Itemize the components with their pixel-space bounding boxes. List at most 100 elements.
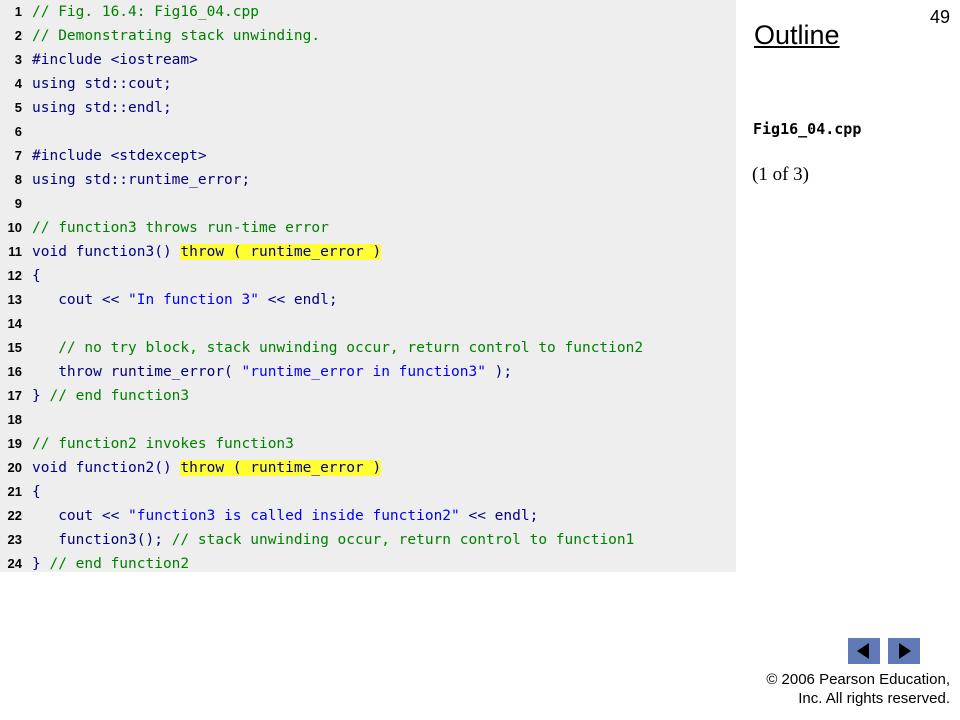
code-statement: function3(); <box>32 532 172 548</box>
code-listing: 1 // Fig. 16.4: Fig16_04.cpp 2 // Demonstra… <box>0 0 736 572</box>
code-line: 3 #include <iostream> <box>0 48 736 72</box>
code-text: function3(); // stack unwinding occur, r… <box>32 528 634 552</box>
line-number: 6 <box>14 124 22 139</box>
code-text: void function2() throw ( runtime_error ) <box>32 456 382 480</box>
code-highlight: throw ( runtime_error ) <box>180 244 382 260</box>
line-number: 8 <box>14 172 22 187</box>
code-line: 14 <box>0 312 736 336</box>
line-number: 13 <box>7 292 22 307</box>
file-name-label: Fig16_04.cpp <box>753 120 862 138</box>
line-number: 3 <box>14 52 22 67</box>
code-line: 2 // Demonstrating stack unwinding. <box>0 24 736 48</box>
code-text: // Demonstrating stack unwinding. <box>32 24 320 48</box>
code-statement: #include <stdexcept> <box>32 148 207 164</box>
code-string: "runtime_error in function3" <box>241 364 486 380</box>
copyright-line-1: © 2006 Pearson Education, <box>766 671 950 688</box>
code-line: 10 // function3 throws run-time error <box>0 216 736 240</box>
code-text: { <box>32 480 41 504</box>
line-number: 2 <box>14 28 22 43</box>
code-text: // no try block, stack unwinding occur, … <box>32 336 643 360</box>
code-statement: << endl; <box>258 292 338 308</box>
code-statement: ); <box>485 364 513 380</box>
code-statement: } <box>32 556 50 572</box>
code-text: void function3() throw ( runtime_error ) <box>32 240 382 264</box>
code-comment: // end function2 <box>49 556 190 572</box>
code-statement: using std::cout; <box>32 76 172 92</box>
code-statement: << endl; <box>459 508 539 524</box>
code-line: 11 void function3() throw ( runtime_error… <box>0 240 736 264</box>
line-number: 14 <box>7 316 22 331</box>
code-line: 19 // function2 invokes function3 <box>0 432 736 456</box>
code-line: 23 function3(); // stack unwinding occur… <box>0 528 736 552</box>
line-number: 22 <box>7 508 22 523</box>
next-slide-button[interactable] <box>888 638 920 664</box>
line-number: 1 <box>14 4 22 19</box>
code-statement: cout << <box>32 508 129 524</box>
code-string: "function3 is called inside function2" <box>128 508 460 524</box>
code-comment: // Demonstrating stack unwinding. <box>32 28 321 44</box>
line-number: 9 <box>14 196 22 211</box>
line-number: 7 <box>14 148 22 163</box>
line-number: 20 <box>7 460 22 475</box>
code-statement: #include <iostream> <box>32 52 198 68</box>
line-number: 15 <box>7 340 22 355</box>
line-number: 17 <box>7 388 22 403</box>
code-text: #include <stdexcept> <box>32 144 207 168</box>
code-comment: // function2 invokes function3 <box>32 436 294 452</box>
outline-title[interactable]: Outline <box>754 20 840 51</box>
code-line: 8 using std::runtime_error; <box>0 168 736 192</box>
code-line: 18 <box>0 408 736 432</box>
page-number: 49 <box>929 7 950 27</box>
code-text: // Fig. 16.4: Fig16_04.cpp <box>32 0 259 24</box>
line-number: 23 <box>7 532 22 547</box>
triangle-right-icon <box>899 643 911 659</box>
code-line: 22 cout << "function3 is called inside f… <box>0 504 736 528</box>
code-comment: // stack unwinding occur, return control… <box>171 532 635 548</box>
code-statement: void function2() <box>32 460 181 476</box>
line-number: 10 <box>7 220 22 235</box>
code-line: 21 { <box>0 480 736 504</box>
code-line: 24} // end function2 <box>0 552 736 576</box>
line-number: 11 <box>8 244 22 259</box>
line-number: 4 <box>14 76 22 91</box>
previous-slide-button[interactable] <box>848 638 880 664</box>
line-number: 12 <box>7 268 22 283</box>
code-line: 7 #include <stdexcept> <box>0 144 736 168</box>
code-line: 15 // no try block, stack unwinding occu… <box>0 336 736 360</box>
code-line: 20 void function2() throw ( runtime_error… <box>0 456 736 480</box>
code-statement: using std::endl; <box>32 100 172 116</box>
code-text: cout << "function3 is called inside func… <box>32 504 538 528</box>
line-number: 5 <box>14 100 22 115</box>
code-text: } // end function3 <box>32 384 189 408</box>
code-text: using std::runtime_error; <box>32 168 250 192</box>
code-highlight: throw ( runtime_error ) <box>180 460 382 476</box>
code-line: 6 <box>0 120 736 144</box>
code-text: cout << "In function 3" << endl; <box>32 288 338 312</box>
code-text: throw runtime_error( "runtime_error in f… <box>32 360 512 384</box>
code-line: 9 <box>0 192 736 216</box>
code-comment: // function3 throws run-time error <box>32 220 329 236</box>
part-label: (1 of 3) <box>752 164 809 185</box>
line-number: 24 <box>7 556 22 571</box>
line-number: 16 <box>7 364 22 379</box>
code-text: using std::cout; <box>32 72 172 96</box>
code-comment: // no try block, stack unwinding occur, … <box>32 340 644 356</box>
code-string: "In function 3" <box>128 292 259 308</box>
line-number: 21 <box>7 484 22 499</box>
line-number: 18 <box>7 412 22 427</box>
code-statement: { <box>32 268 41 284</box>
copyright-line-2: Inc. All rights reserved. <box>798 690 950 707</box>
code-text: } // end function2 <box>32 552 189 576</box>
code-line: 13 cout << "In function 3" << endl; <box>0 288 736 312</box>
code-text: // function3 throws run-time error <box>32 216 329 240</box>
code-statement: void function3() <box>32 244 181 260</box>
code-line: 16 throw runtime_error( "runtime_error i… <box>0 360 736 384</box>
code-statement: { <box>32 484 41 500</box>
code-statement: using std::runtime_error; <box>32 172 251 188</box>
code-statement: } <box>32 388 50 404</box>
code-statement: cout << <box>32 292 129 308</box>
code-line: 12 { <box>0 264 736 288</box>
code-text: { <box>32 264 41 288</box>
code-text: #include <iostream> <box>32 48 198 72</box>
code-line: 1 // Fig. 16.4: Fig16_04.cpp <box>0 0 736 24</box>
